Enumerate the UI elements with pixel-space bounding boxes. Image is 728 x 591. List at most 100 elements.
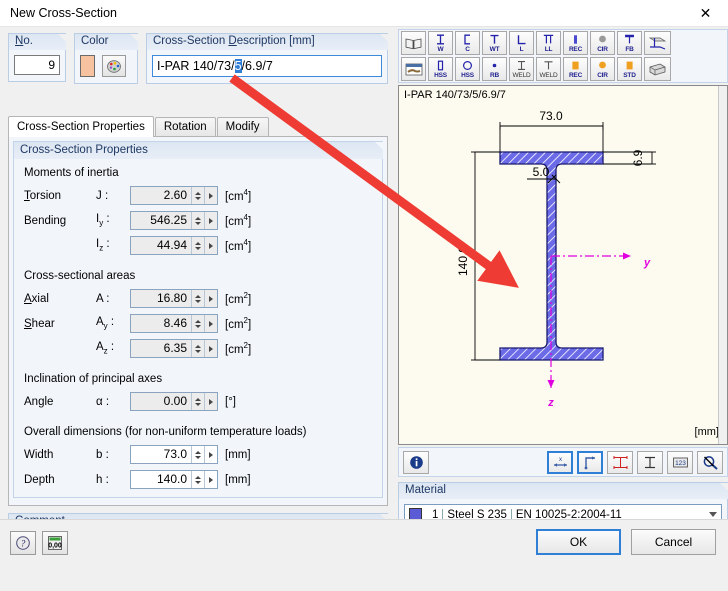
close-icon[interactable]: ✕ bbox=[683, 0, 728, 27]
property-row-shear-az: Az : 6.35 [cm2] bbox=[24, 337, 372, 360]
units-button[interactable]: 0,00 bbox=[42, 531, 68, 555]
section-weld-i-button[interactable]: WELD bbox=[509, 57, 534, 81]
section-w-button[interactable]: W bbox=[428, 31, 453, 55]
iz-input[interactable]: 44.94 bbox=[130, 236, 218, 255]
tab-rotation[interactable]: Rotation bbox=[154, 117, 216, 137]
dialog-footer: ? 0,00 OK Cancel bbox=[0, 519, 728, 591]
dimension-x-button[interactable]: x bbox=[547, 450, 573, 474]
torsion-more-button[interactable] bbox=[204, 187, 217, 204]
section-weld-t-button[interactable]: WELD bbox=[536, 57, 561, 81]
shear-az-input[interactable]: 6.35 bbox=[130, 339, 218, 358]
dimension-full-button[interactable] bbox=[607, 450, 633, 474]
axial-area-spinner[interactable] bbox=[191, 290, 204, 307]
torsion-input[interactable]: 2.60 bbox=[130, 186, 218, 205]
section-std-button[interactable]: STD bbox=[617, 57, 642, 81]
axis-y-label: y bbox=[643, 257, 651, 269]
svg-text:0,00: 0,00 bbox=[48, 543, 62, 550]
numbering-button[interactable]: 123 bbox=[667, 450, 693, 474]
zoom-reset-button[interactable] bbox=[697, 450, 723, 474]
property-row-bending-iz: Iz : 44.94 [cm4] bbox=[24, 234, 372, 257]
solid-section-button[interactable] bbox=[644, 57, 671, 81]
info-button[interactable] bbox=[403, 450, 429, 474]
tab-cross-section-properties[interactable]: Cross-Section Properties bbox=[8, 116, 154, 137]
dimension-angle-button[interactable] bbox=[577, 450, 603, 474]
material-group-header: Material bbox=[398, 482, 728, 499]
axial-area-input[interactable]: 16.80 bbox=[130, 289, 218, 308]
iz-spinner[interactable] bbox=[191, 237, 204, 254]
no-group: No. 9 bbox=[8, 33, 67, 82]
section-hss-rect-button[interactable]: HSS bbox=[428, 57, 453, 81]
symbol-iy: Iy : bbox=[96, 213, 110, 228]
depth-spinner[interactable] bbox=[191, 471, 204, 488]
torsion-spinner[interactable] bbox=[191, 187, 204, 204]
library-button[interactable] bbox=[401, 31, 426, 55]
depth-more-button[interactable] bbox=[204, 471, 217, 488]
dimension-width bbox=[499, 122, 604, 152]
unit-iz: [cm4] bbox=[225, 238, 252, 253]
dialog-body: No. 9 Color Cross-Section Description [m… bbox=[0, 27, 728, 563]
tapered-section-button[interactable] bbox=[644, 31, 671, 55]
section-c-button[interactable]: C bbox=[455, 31, 480, 55]
chevron-down-icon[interactable] bbox=[709, 512, 717, 517]
section-title-inclination: Inclination of principal axes bbox=[24, 373, 163, 385]
dimension-depth bbox=[471, 151, 500, 361]
shear-az-spinner[interactable] bbox=[191, 340, 204, 357]
dimension-depth-label: 140.0 bbox=[456, 246, 470, 276]
iy-more-button[interactable] bbox=[204, 212, 217, 229]
angle-spinner[interactable] bbox=[191, 393, 204, 410]
angle-input[interactable]: 0.00 bbox=[130, 392, 218, 411]
description-input[interactable]: I-PAR 140/73/5/6.9/7 bbox=[152, 55, 382, 77]
palette-icon[interactable] bbox=[102, 55, 126, 77]
unit-torsion: [cm4] bbox=[225, 188, 252, 203]
color-swatch[interactable] bbox=[80, 55, 95, 77]
section-wt-button[interactable]: WT bbox=[482, 31, 507, 55]
section-fb-button[interactable]: FB bbox=[617, 31, 642, 55]
section-rb-button[interactable]: RB bbox=[482, 57, 507, 81]
shear-ay-spinner[interactable] bbox=[191, 315, 204, 332]
help-button[interactable]: ? bbox=[10, 531, 36, 555]
section-hss-round-button[interactable]: HSS bbox=[455, 57, 480, 81]
cross-section-drawing[interactable]: I-PAR 140/73/5/6.9/7 73.0 6.9 140.0 5.0 … bbox=[398, 85, 728, 445]
drawing-scrollbar[interactable] bbox=[718, 86, 727, 444]
tab-modify[interactable]: Modify bbox=[216, 117, 269, 137]
properties-group-header: Cross-Section Properties bbox=[13, 141, 384, 159]
label-width: Width bbox=[24, 448, 54, 461]
section-cir-solid-label: CIR bbox=[597, 71, 608, 79]
section-ll-button[interactable]: LL bbox=[536, 31, 561, 55]
shear-az-more-button[interactable] bbox=[204, 340, 217, 357]
iy-input[interactable]: 546.25 bbox=[130, 211, 218, 230]
iz-more-button[interactable] bbox=[204, 237, 217, 254]
cancel-button[interactable]: Cancel bbox=[631, 529, 716, 555]
depth-input[interactable]: 140.0 bbox=[130, 470, 218, 489]
torsion-value: 2.60 bbox=[163, 188, 187, 202]
description-text-before: I-PAR 140/73/ bbox=[157, 59, 235, 73]
color-group-header: Color bbox=[74, 33, 139, 50]
shear-ay-input[interactable]: 8.46 bbox=[130, 314, 218, 333]
shear-az-value: 6.35 bbox=[163, 341, 187, 355]
section-cir-solid-button[interactable]: CIR bbox=[590, 57, 615, 81]
dimension-flange-label: 6.9 bbox=[631, 149, 645, 166]
ok-button[interactable]: OK bbox=[536, 529, 621, 555]
section-title-areas: Cross-sectional areas bbox=[24, 270, 136, 282]
section-rec-solid-button[interactable]: REC bbox=[563, 57, 588, 81]
width-more-button[interactable] bbox=[204, 446, 217, 463]
no-input[interactable]: 9 bbox=[14, 55, 60, 75]
window-title: New Cross-Section bbox=[10, 6, 117, 20]
width-spinner[interactable] bbox=[191, 446, 204, 463]
dimension-part-button[interactable] bbox=[637, 450, 663, 474]
drawing-unit-label: [mm] bbox=[694, 426, 719, 438]
property-row-shear-ay: Shear Ay : 8.46 [cm2] bbox=[24, 312, 372, 335]
section-l-button[interactable]: L bbox=[509, 31, 534, 55]
angle-more-button[interactable] bbox=[204, 393, 217, 410]
import-button[interactable] bbox=[401, 57, 426, 81]
shear-ay-value: 8.46 bbox=[163, 316, 187, 330]
section-cir-button[interactable]: CIR bbox=[590, 31, 615, 55]
axial-area-more-button[interactable] bbox=[204, 290, 217, 307]
iy-spinner[interactable] bbox=[191, 212, 204, 229]
shear-ay-more-button[interactable] bbox=[204, 315, 217, 332]
property-row-torsion: Torsion J : 2.60 [cm4] bbox=[24, 184, 372, 207]
section-rec-button[interactable]: REC bbox=[563, 31, 588, 55]
drawing-canvas: 73.0 6.9 140.0 5.0 y z bbox=[456, 109, 656, 409]
width-input[interactable]: 73.0 bbox=[130, 445, 218, 464]
property-row-depth: Depth h : 140.0 [mm] bbox=[24, 468, 372, 491]
